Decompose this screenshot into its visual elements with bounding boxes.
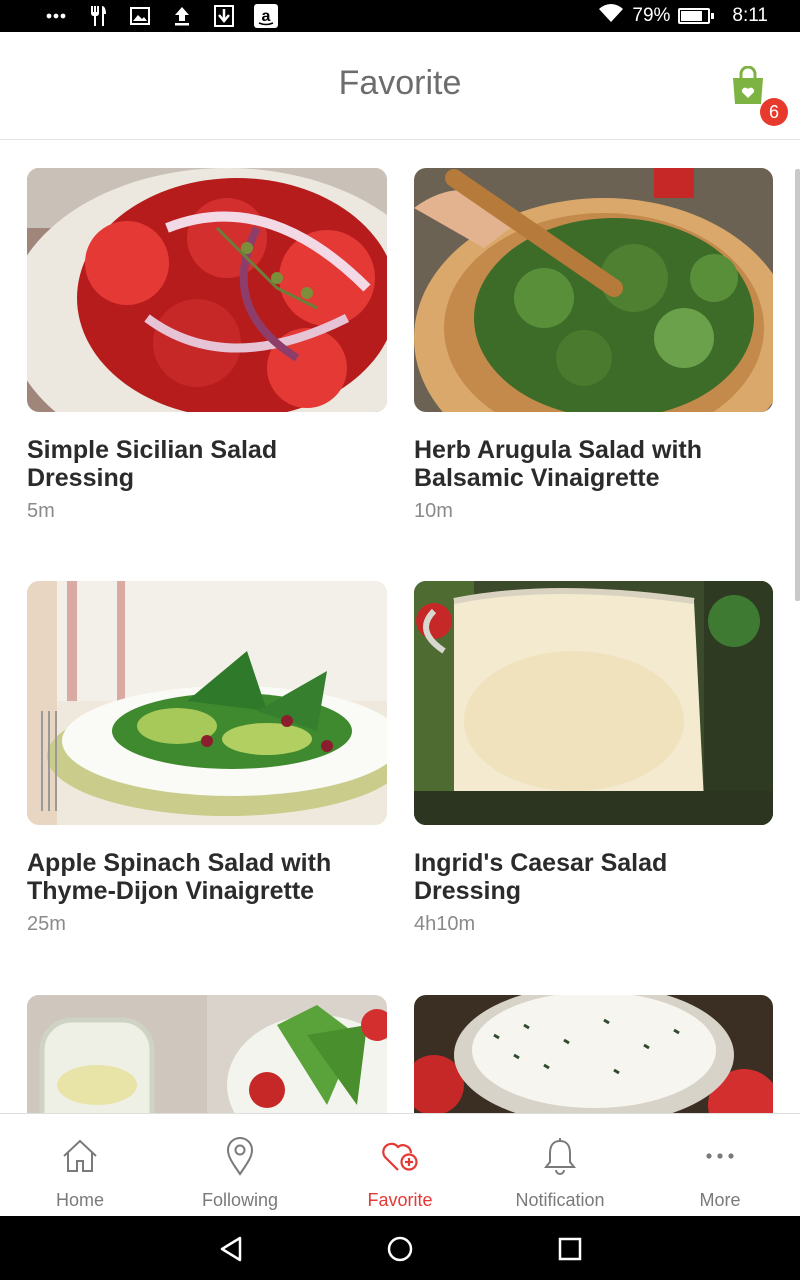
svg-text:a: a: [262, 8, 271, 25]
battery-fill: [681, 11, 702, 21]
recipe-card[interactable]: Ingrid's Caesar Salad Dressing 4h10m: [414, 581, 773, 936]
recipe-image: [27, 581, 387, 825]
cart-button[interactable]: [730, 65, 766, 106]
utensils-icon: [86, 4, 110, 28]
nav-label: More: [699, 1190, 741, 1210]
more-dots-icon: [44, 4, 68, 28]
recipe-image: [27, 168, 387, 412]
recipe-title: Ingrid's Caesar Salad Dressing: [414, 849, 668, 905]
recipe-title: Apple Spinach Salad with Thyme-Dijon Vin…: [27, 849, 332, 905]
location-pin-icon: [220, 1134, 260, 1178]
cart-badge: 6: [760, 98, 788, 126]
recipe-time: 4h10m: [414, 913, 476, 935]
shopping-bag-heart-icon: [733, 65, 763, 104]
more-dots-icon: [700, 1134, 740, 1178]
scrollbar[interactable]: [795, 169, 800, 601]
recipe-title: Simple Sicilian Salad Dressing: [27, 436, 278, 492]
recipe-card[interactable]: Apple Spinach Salad with Thyme-Dijon Vin…: [27, 581, 387, 936]
status-right: 79% 8:11: [598, 0, 768, 32]
nav-favorite[interactable]: Favorite: [320, 1114, 480, 1217]
battery-icon: [678, 8, 715, 24]
battery-percent: 79%: [632, 5, 671, 26]
amazon-icon: a: [254, 4, 278, 28]
recipe-time: 10m: [414, 500, 453, 522]
nav-label: Favorite: [367, 1190, 433, 1210]
heart-plus-icon: [380, 1134, 420, 1178]
image-icon: [128, 4, 152, 28]
recipe-time: 5m: [27, 500, 55, 522]
recipe-image: [414, 995, 773, 1113]
nav-following[interactable]: Following: [160, 1114, 320, 1217]
home-icon: [60, 1134, 100, 1178]
status-left-icons: a: [44, 4, 296, 28]
upload-icon: [170, 4, 194, 28]
recipe-image: [414, 581, 773, 825]
status-bar: a 79% 8:11: [0, 0, 800, 32]
back-icon[interactable]: [216, 1234, 246, 1264]
recipe-card[interactable]: Herb Arugula Salad with Balsamic Vinaigr…: [414, 168, 773, 523]
bottom-nav: Home Following Favorite Notification Mor…: [0, 1113, 800, 1216]
favorites-grid: Simple Sicilian Salad Dressing 5m Herb A…: [0, 141, 800, 1113]
download-icon: [212, 4, 236, 28]
recipe-title: Herb Arugula Salad with Balsamic Vinaigr…: [414, 436, 703, 492]
nav-label: Home: [55, 1190, 104, 1210]
recipe-image: [414, 168, 773, 412]
recipe-card[interactable]: Simple Sicilian Salad Dressing 5m: [27, 168, 387, 523]
nav-more[interactable]: More: [640, 1114, 800, 1217]
home-circle-icon[interactable]: [385, 1234, 415, 1264]
nav-label: Notification: [515, 1190, 605, 1210]
nav-home[interactable]: Home: [0, 1114, 160, 1217]
nav-notification[interactable]: Notification: [480, 1114, 640, 1217]
recipe-time: 25m: [27, 913, 66, 935]
recipe-image: [27, 995, 387, 1113]
page-title: Favorite: [338, 64, 462, 102]
recents-square-icon[interactable]: [555, 1234, 585, 1264]
clock: 8:11: [732, 5, 768, 26]
wifi-icon: [598, 3, 624, 29]
system-nav-bar: [0, 1216, 800, 1280]
app-header: Favorite 6: [0, 32, 800, 140]
nav-label: Following: [201, 1190, 279, 1210]
recipe-card[interactable]: [27, 995, 387, 1113]
bell-icon: [540, 1134, 580, 1178]
recipe-card[interactable]: [414, 995, 773, 1113]
